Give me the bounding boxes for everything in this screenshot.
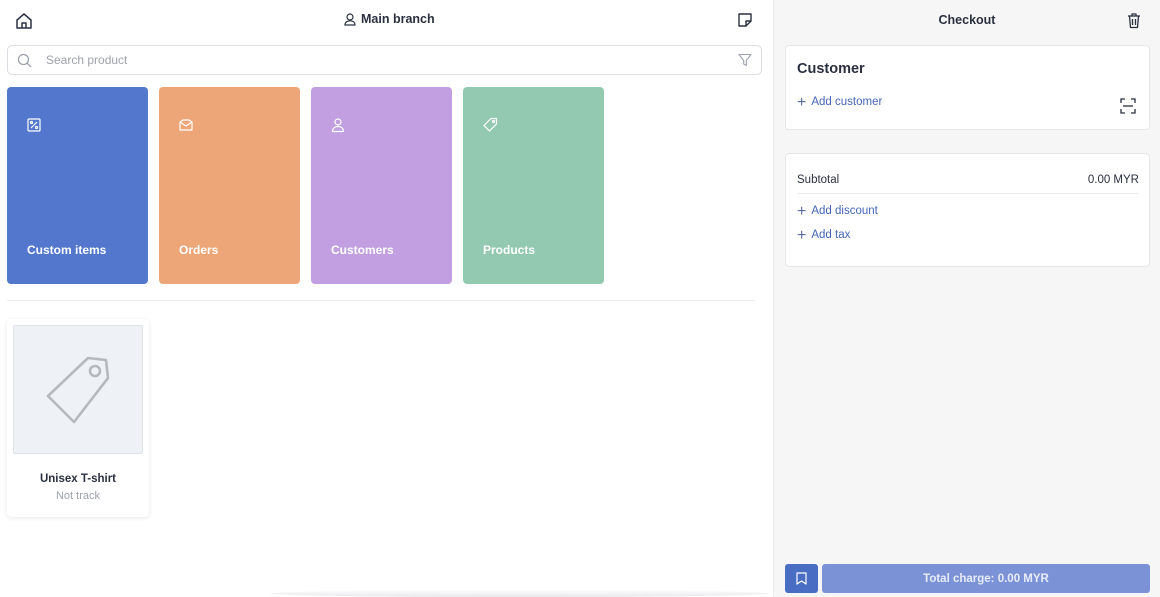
filter-icon[interactable] [738,53,752,67]
add-tax-button[interactable]: + Add tax [797,226,851,244]
tile-label: Custom items [27,243,107,257]
home-icon[interactable] [14,11,34,31]
product-panel: Main branch Custom items [0,0,774,597]
scan-icon[interactable] [1120,98,1136,114]
tile-products[interactable]: Products [463,87,604,284]
orders-icon [179,119,193,131]
search-bar [7,45,762,75]
tile-label: Products [483,243,536,257]
bookmark-icon [796,572,807,585]
branch-label: Main branch [361,12,435,26]
save-order-button[interactable] [785,564,818,593]
add-discount-button[interactable]: + Add discount [797,202,878,220]
divider [7,300,755,301]
product-image-placeholder [13,325,143,454]
checkout-title: Checkout [938,13,996,27]
subtotal-value: 0.00 MYR [1087,174,1139,186]
add-discount-label: Add discount [811,205,878,217]
plus-icon: + [797,202,807,220]
plus-icon: + [797,226,807,244]
totals-card: Subtotal 0.00 MYR + Add discount + Add t… [785,153,1150,267]
search-input[interactable] [46,50,726,70]
trash-icon[interactable] [1126,12,1142,29]
custom-items-icon [27,118,41,132]
top-bar: Main branch [0,0,774,42]
customer-title: Customer [797,61,865,77]
price-tag-icon [46,356,110,424]
subtotal-label: Subtotal [797,174,840,186]
tile-customers[interactable]: Customers [311,87,452,284]
total-charge-button[interactable]: Total charge: 0.00 MYR [822,564,1150,593]
tile-label: Customers [331,243,394,257]
tile-label: Orders [179,243,219,257]
tile-custom-items[interactable]: Custom items [7,87,148,284]
plus-icon: + [797,93,807,111]
product-card[interactable]: Unisex T-shirt Not track [7,319,149,517]
scroll-shadow [270,590,770,597]
product-stock-status: Not track [55,490,100,502]
customers-icon [331,118,345,133]
products-icon [483,117,498,132]
customer-card: Customer + Add customer [785,45,1150,130]
branch-selector[interactable]: Main branch [343,12,435,26]
subtotal-row: Subtotal 0.00 MYR [797,174,1139,194]
search-icon [17,53,32,68]
tile-orders[interactable]: Orders [159,87,300,284]
location-user-icon [344,13,356,26]
add-customer-button[interactable]: + Add customer [797,93,883,111]
edit-note-icon[interactable] [736,11,754,29]
product-name: Unisex T-shirt [39,473,117,485]
add-customer-label: Add customer [811,96,883,108]
add-tax-label: Add tax [811,229,851,241]
checkout-panel: Checkout Customer + Add customer Subtota… [774,0,1160,597]
